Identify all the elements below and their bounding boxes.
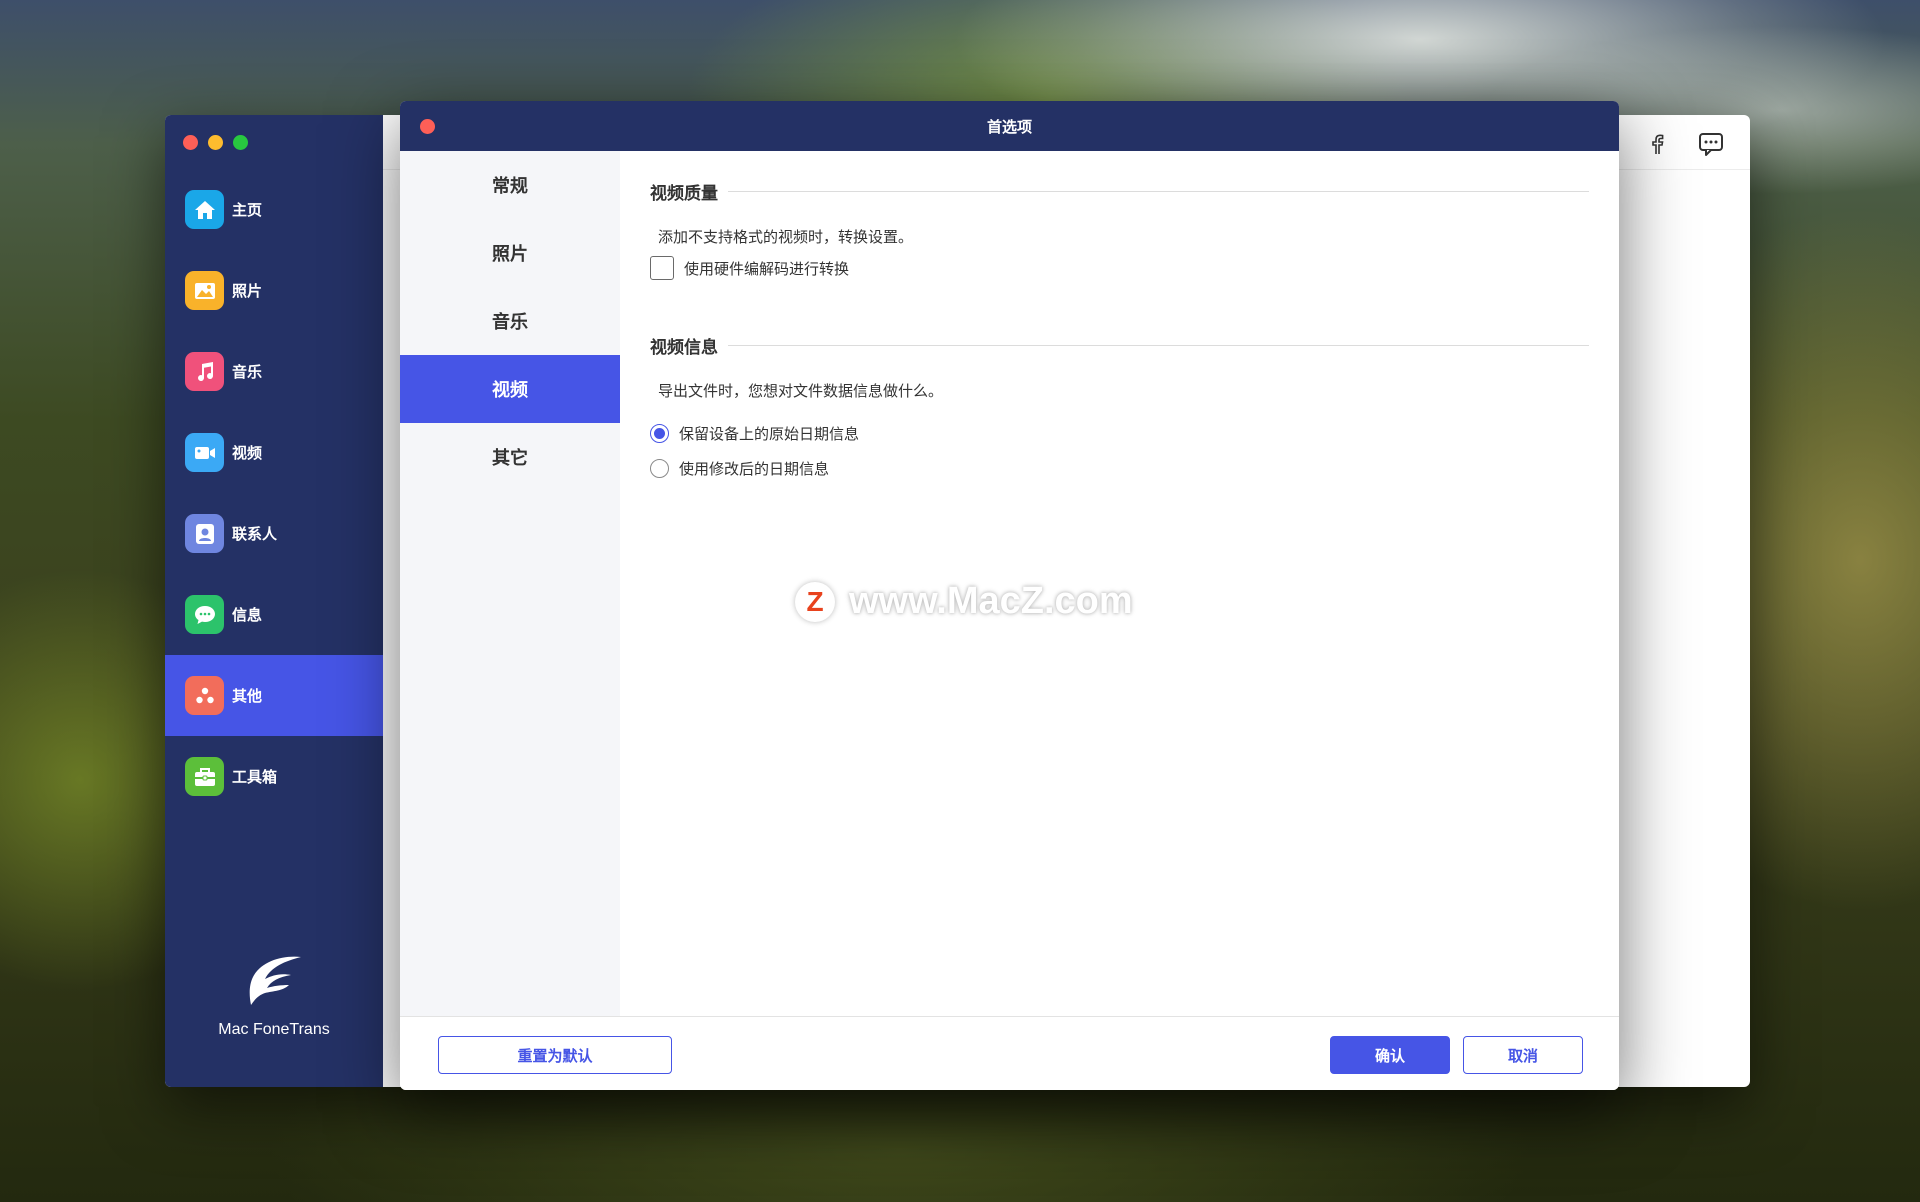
- sidebar-item-messages[interactable]: 信息: [165, 574, 383, 655]
- confirm-button[interactable]: 确认: [1330, 1036, 1450, 1074]
- sidebar-item-video[interactable]: 视频: [165, 412, 383, 493]
- watermark: Z www.MacZ.com: [795, 580, 1133, 623]
- video-info-header: 视频信息: [650, 333, 1589, 358]
- section-divider: [728, 191, 1589, 192]
- toolbar: [1642, 129, 1726, 159]
- brand: Mac FoneTrans: [165, 953, 383, 1039]
- sidebar-item-label: 照片: [232, 282, 263, 300]
- tab-general[interactable]: 常规: [400, 151, 620, 219]
- video-quality-description: 添加不支持格式的视频时，转换设置。: [658, 228, 914, 246]
- hardware-codec-checkbox[interactable]: [650, 256, 674, 280]
- chat-icon[interactable]: [1696, 129, 1726, 159]
- other-icon: [185, 676, 224, 715]
- sidebar-item-label: 其他: [232, 687, 263, 705]
- video-info-description: 导出文件时，您想对文件数据信息做什么。: [658, 382, 944, 400]
- toolbox-icon: [185, 757, 224, 796]
- cancel-button[interactable]: 取消: [1463, 1036, 1583, 1074]
- section-title: 视频质量: [650, 184, 718, 204]
- watermark-text: www.MacZ.com: [849, 580, 1133, 622]
- sidebar: 主页 照片 音乐 视频 联系人 信息 其他 工具箱 Mac FoneTrans: [165, 115, 383, 1087]
- dialog-footer: 重置为默认 确认 取消: [400, 1016, 1619, 1090]
- window-controls: [183, 135, 248, 150]
- sidebar-item-contacts[interactable]: 联系人: [165, 493, 383, 574]
- sidebar-item-home[interactable]: 主页: [165, 169, 383, 250]
- sidebar-item-label: 联系人: [232, 525, 278, 543]
- minimize-window-button[interactable]: [208, 135, 223, 150]
- watermark-logo-icon: Z: [795, 581, 835, 622]
- keep-original-date-radio[interactable]: [650, 424, 669, 443]
- sidebar-nav: 主页 照片 音乐 视频 联系人 信息 其他 工具箱: [165, 169, 383, 817]
- sidebar-item-toolbox[interactable]: 工具箱: [165, 736, 383, 817]
- music-icon: [185, 352, 224, 391]
- contacts-icon: [185, 514, 224, 553]
- preferences-nav: 常规 照片 音乐 视频 其它: [400, 151, 620, 1016]
- tab-video[interactable]: 视频: [400, 355, 620, 423]
- radio-label: 保留设备上的原始日期信息: [679, 425, 860, 443]
- checkbox-label: 使用硬件编解码进行转换: [684, 259, 850, 278]
- sidebar-item-other[interactable]: 其他: [165, 655, 383, 736]
- reset-default-button[interactable]: 重置为默认: [438, 1036, 672, 1074]
- zoom-window-button[interactable]: [233, 135, 248, 150]
- sidebar-item-label: 音乐: [232, 363, 263, 381]
- dialog-close-button[interactable]: [420, 119, 435, 134]
- sidebar-item-label: 视频: [232, 444, 263, 462]
- app-name: Mac FoneTrans: [218, 1021, 330, 1038]
- sidebar-item-music[interactable]: 音乐: [165, 331, 383, 412]
- message-icon: [185, 595, 224, 634]
- radio-label: 使用修改后的日期信息: [679, 460, 830, 478]
- video-icon: [185, 433, 224, 472]
- dialog-title-bar: 首选项: [400, 101, 1619, 151]
- tab-other[interactable]: 其它: [400, 423, 620, 491]
- sidebar-item-label: 信息: [232, 606, 263, 624]
- sidebar-item-photos[interactable]: 照片: [165, 250, 383, 331]
- use-modified-date-radio[interactable]: [650, 459, 669, 478]
- use-modified-date-option[interactable]: 使用修改后的日期信息: [650, 458, 829, 479]
- photo-icon: [185, 271, 224, 310]
- tab-music[interactable]: 音乐: [400, 287, 620, 355]
- keep-original-date-option[interactable]: 保留设备上的原始日期信息: [650, 423, 859, 444]
- sidebar-item-label: 主页: [232, 201, 263, 219]
- section-divider: [728, 345, 1589, 346]
- sidebar-item-label: 工具箱: [232, 768, 278, 786]
- dialog-title: 首选项: [986, 117, 1032, 136]
- app-logo-icon: [243, 953, 305, 1009]
- video-quality-header: 视频质量: [650, 179, 1589, 204]
- close-window-button[interactable]: [183, 135, 198, 150]
- hardware-codec-option[interactable]: 使用硬件编解码进行转换: [650, 256, 849, 280]
- facebook-icon[interactable]: [1642, 129, 1672, 159]
- home-icon: [185, 190, 224, 229]
- section-title: 视频信息: [650, 338, 718, 358]
- tab-photos[interactable]: 照片: [400, 219, 620, 287]
